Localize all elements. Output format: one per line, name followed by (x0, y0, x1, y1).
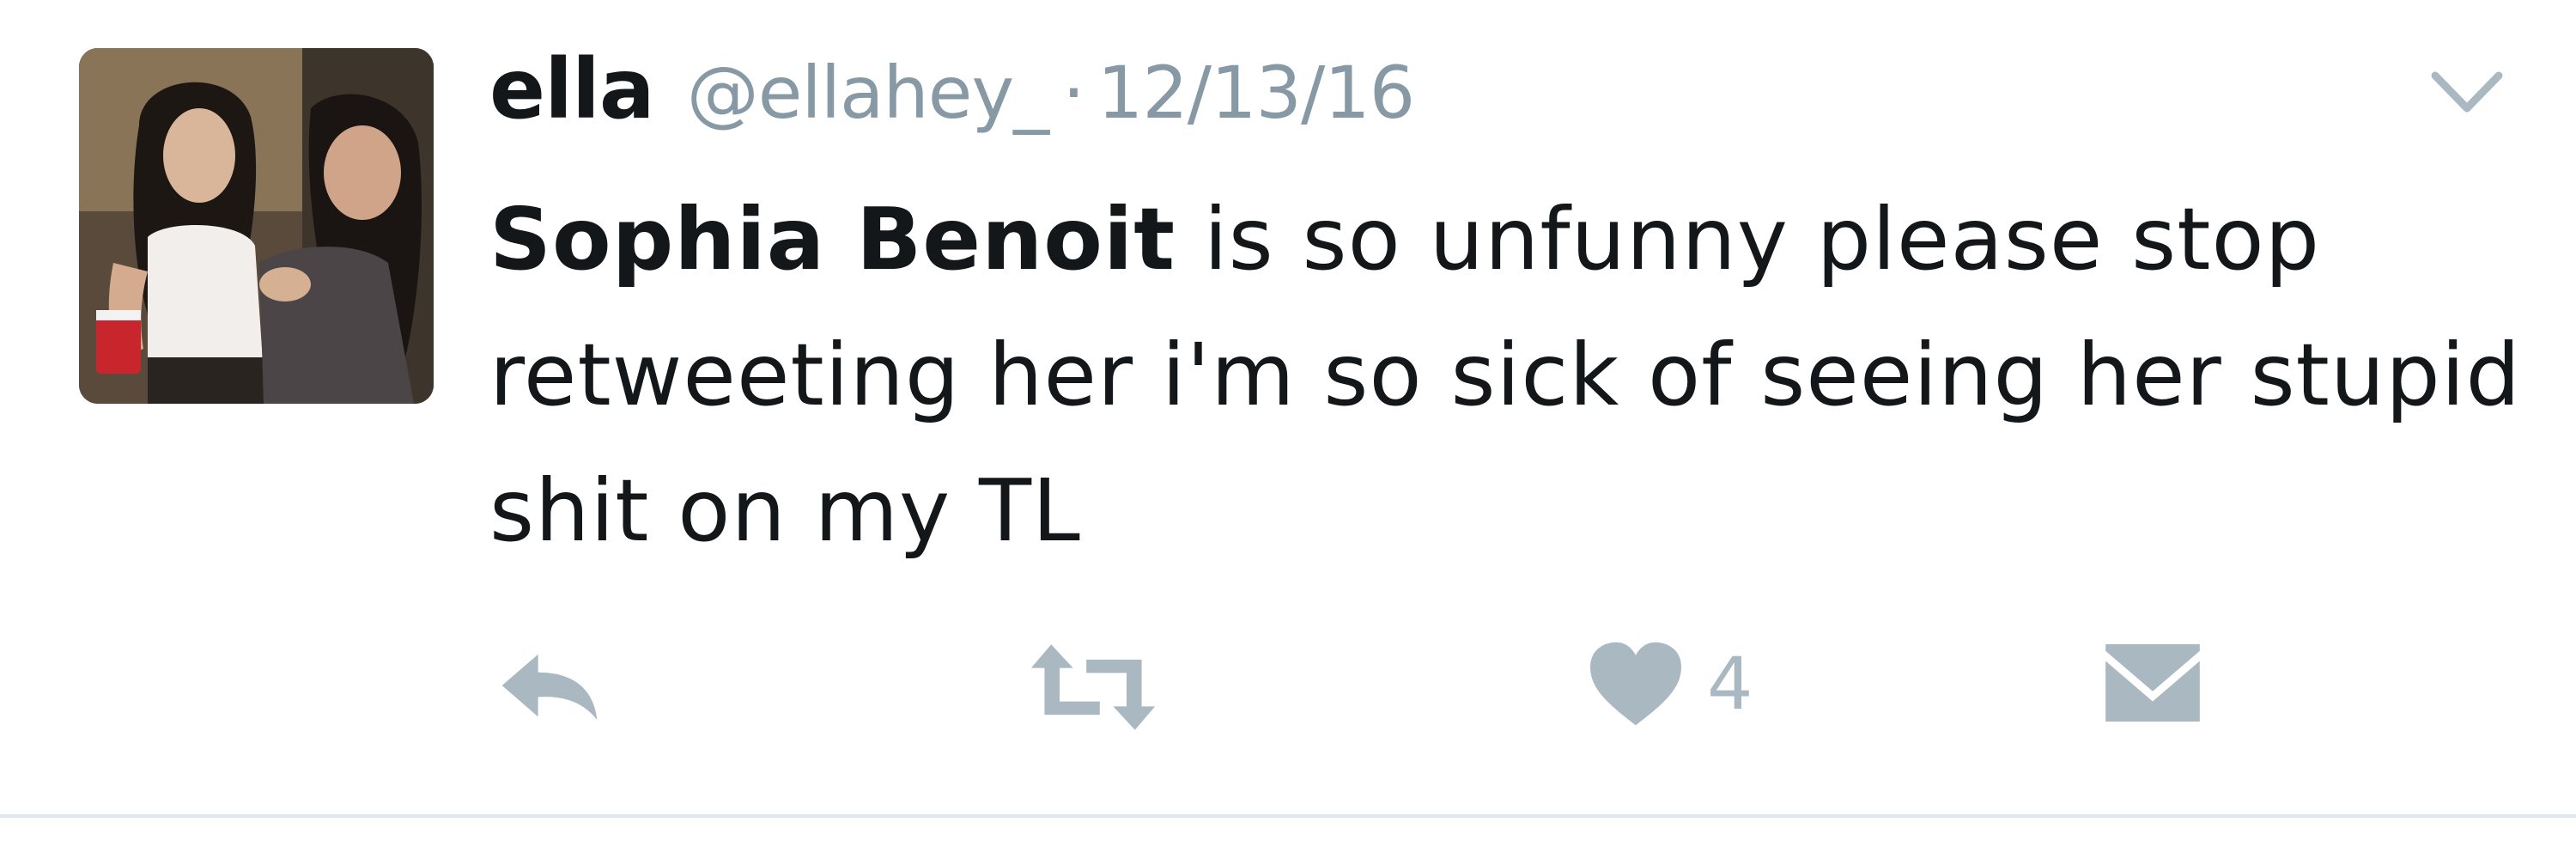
tweet-actions: 4 (0, 636, 2576, 756)
header-separator: · (1062, 51, 1085, 135)
mentioned-name[interactable]: Sophia Benoit (489, 189, 1176, 289)
retweet-icon (1030, 644, 1156, 730)
tweet-divider (0, 814, 2576, 818)
profile-avatar[interactable] (79, 48, 434, 404)
heart-icon (1590, 642, 1681, 726)
author-display-name[interactable]: ella (489, 41, 655, 137)
tweet-card[interactable]: ella @ellahey_ · 12/13/16 Sophia Benoit … (0, 0, 2576, 859)
tweet-timestamp[interactable]: 12/13/16 (1097, 51, 1415, 135)
tweet-text: Sophia Benoit is so unfunny please stop … (489, 172, 2533, 579)
like-button[interactable]: 4 (1587, 639, 1753, 728)
like-count: 4 (1707, 642, 1753, 726)
tweet-header: ella @ellahey_ · 12/13/16 (489, 41, 1415, 153)
chevron-down-icon[interactable] (2430, 69, 2504, 117)
reply-icon (501, 654, 598, 721)
direct-message-button[interactable] (2104, 643, 2202, 723)
reply-button[interactable] (496, 649, 605, 723)
profile-photo (79, 48, 434, 404)
envelope-icon (2105, 643, 2200, 722)
author-handle[interactable]: @ellahey_ (687, 51, 1049, 135)
retweet-button[interactable] (1026, 641, 1160, 734)
